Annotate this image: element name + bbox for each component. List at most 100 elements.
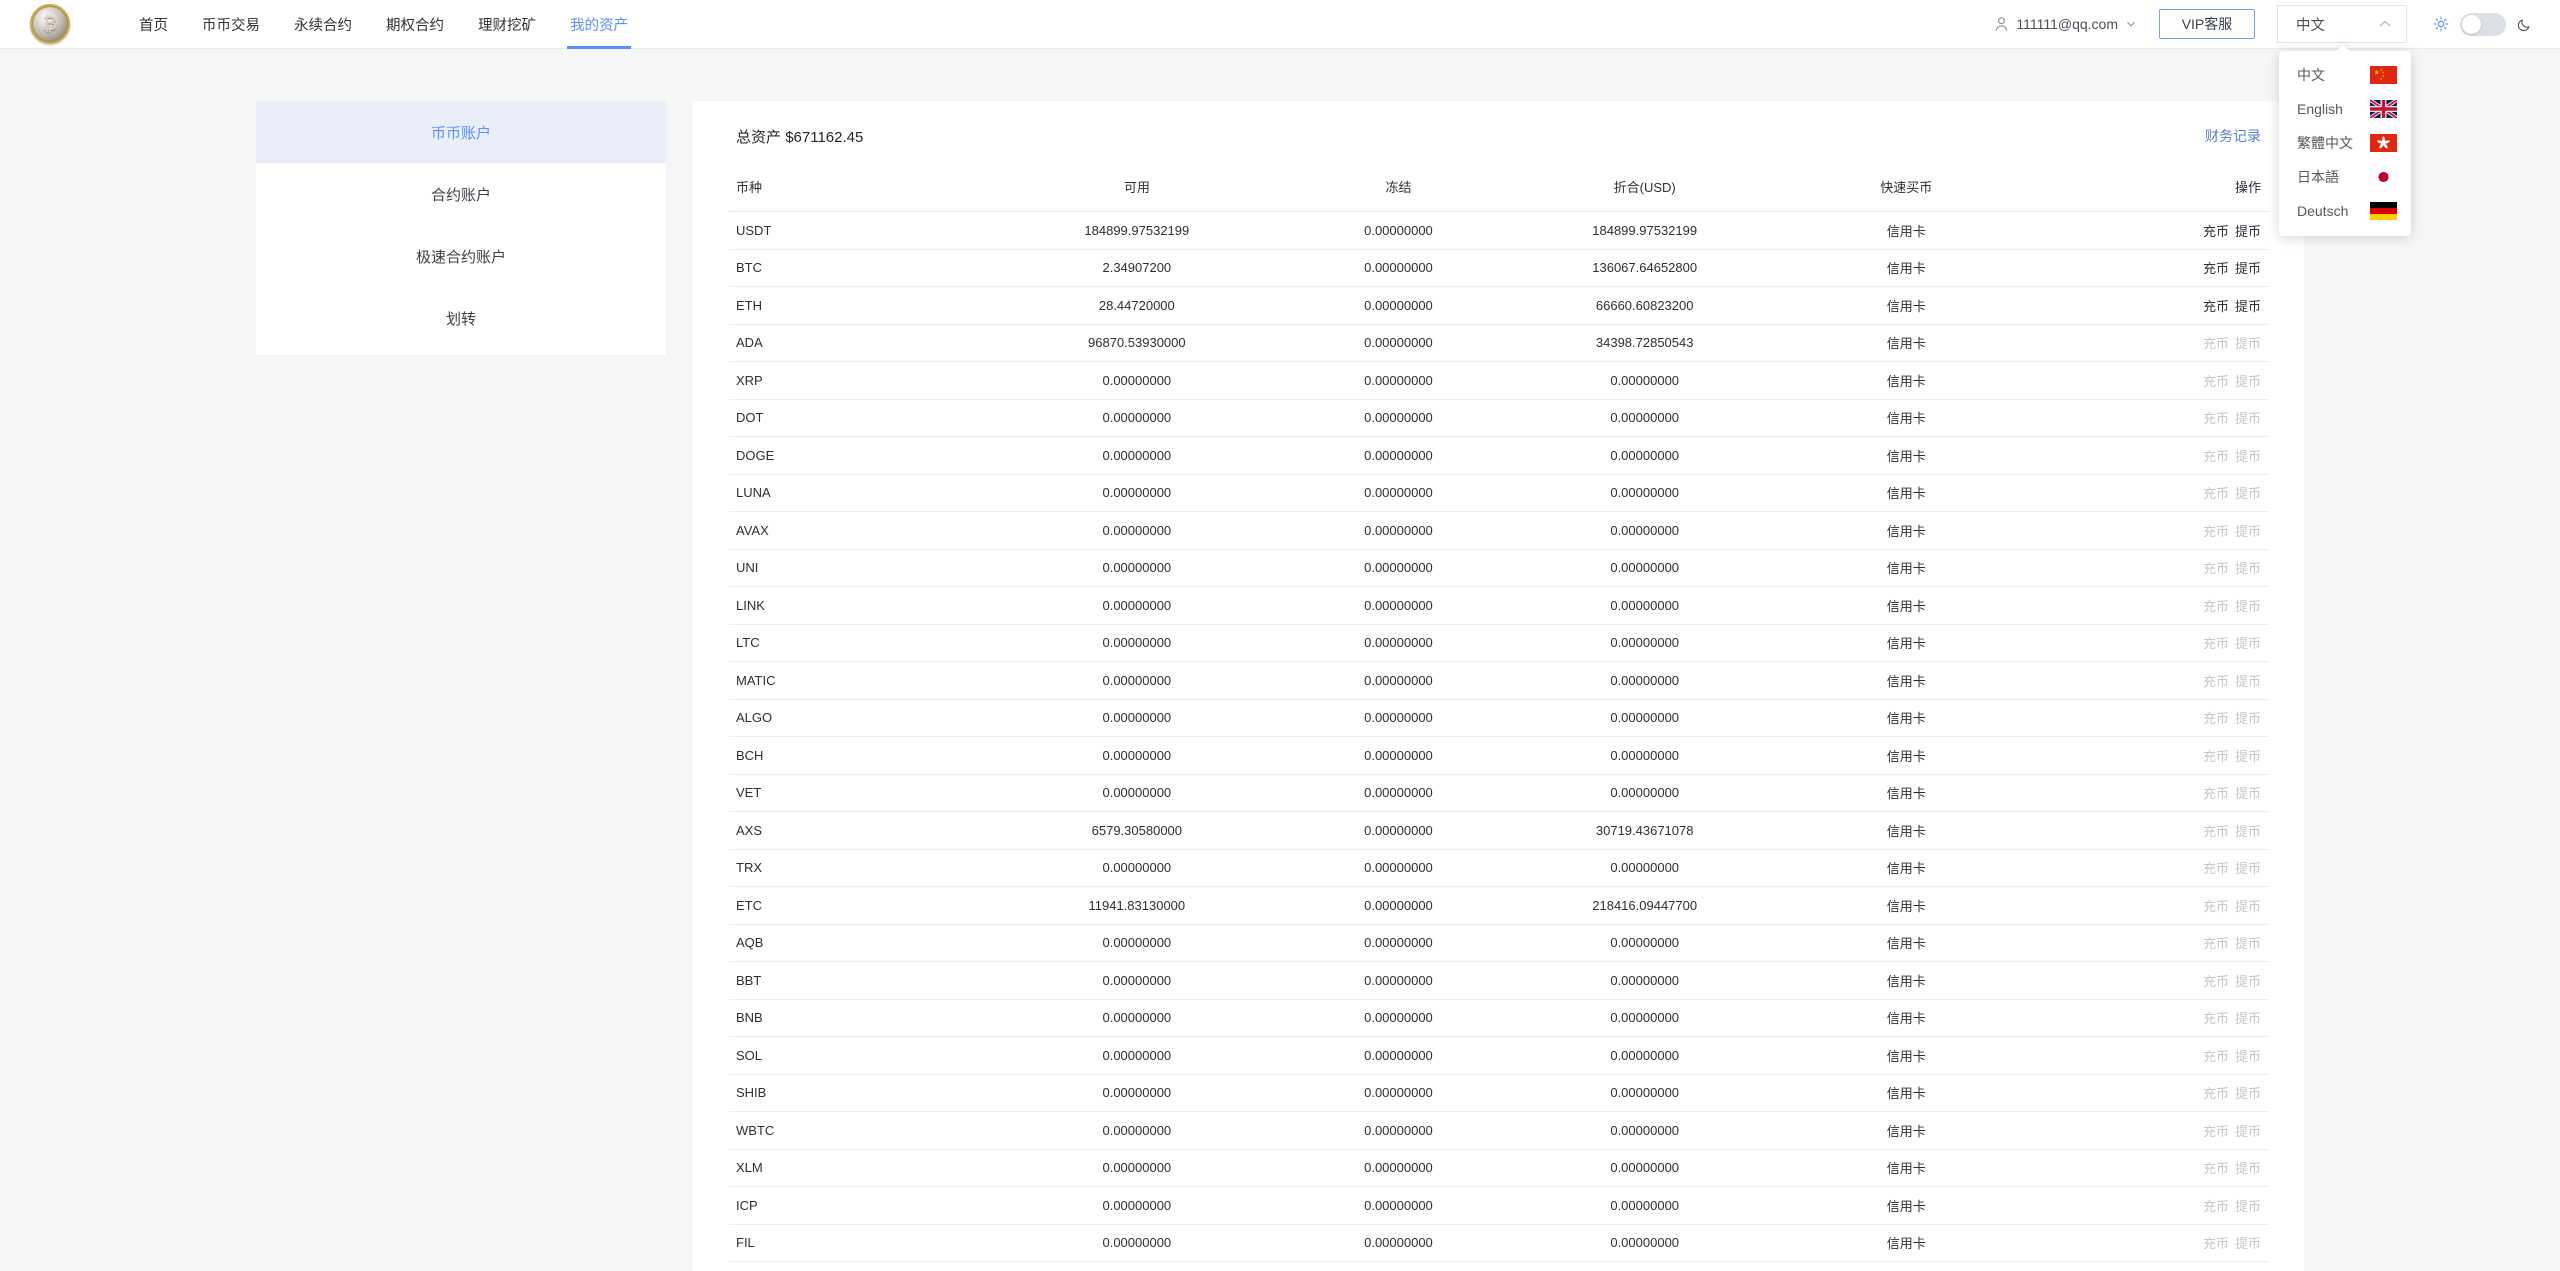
credit-card-buy-link[interactable]: 信用卡: [1887, 561, 1926, 576]
cell-coin: TRX: [729, 848, 991, 887]
cell-action: 充币提币: [2037, 886, 2268, 924]
cell-usd: 0.00000000: [1513, 698, 1776, 737]
credit-card-buy-link[interactable]: 信用卡: [1887, 974, 1926, 989]
col-header-coin: 币种: [736, 180, 763, 195]
financial-record-link[interactable]: 财务记录: [2205, 126, 2261, 146]
nav-item-0[interactable]: 首页: [122, 0, 185, 49]
credit-card-buy-link[interactable]: 信用卡: [1887, 411, 1926, 426]
deposit-link[interactable]: 充币: [2203, 299, 2229, 314]
credit-card-buy-link[interactable]: 信用卡: [1887, 374, 1926, 389]
credit-card-buy-link[interactable]: 信用卡: [1887, 1049, 1926, 1064]
cell-available: 0.00000000: [990, 1073, 1284, 1112]
cell-usd: 0.00000000: [1513, 773, 1776, 812]
credit-card-buy-link[interactable]: 信用卡: [1887, 599, 1926, 614]
sidebar-item-2[interactable]: 极速合约账户: [256, 225, 666, 287]
cell-available: 184899.97532199: [990, 211, 1284, 249]
cell-available: 0.00000000: [990, 361, 1284, 399]
credit-card-buy-link[interactable]: 信用卡: [1887, 299, 1926, 314]
credit-card-buy-link[interactable]: 信用卡: [1887, 336, 1926, 351]
language-selector-button[interactable]: 中文: [2277, 5, 2407, 43]
user-account-menu[interactable]: 111111@qq.com: [1994, 16, 2159, 32]
cell-available: 0.00000000: [990, 1148, 1284, 1187]
deposit-link: 充币: [2202, 373, 2229, 389]
sidebar-item-0[interactable]: 币币账户: [256, 101, 666, 163]
deposit-link[interactable]: 充币: [2203, 224, 2229, 239]
credit-card-buy-link[interactable]: 信用卡: [1887, 749, 1926, 764]
sidebar-item-1[interactable]: 合约账户: [256, 163, 666, 225]
cell-available: 0.00000000: [990, 1186, 1284, 1224]
deposit-link[interactable]: 充币: [2203, 261, 2229, 276]
cell-coin: MATIC: [729, 661, 991, 699]
nav-item-3[interactable]: 期权合约: [369, 0, 461, 49]
credit-card-buy-link[interactable]: 信用卡: [1887, 1161, 1926, 1176]
credit-card-buy-link[interactable]: 信用卡: [1887, 449, 1926, 464]
deposit-link: 充币: [2202, 861, 2229, 877]
credit-card-buy-link[interactable]: 信用卡: [1887, 1086, 1926, 1101]
credit-card-buy-link[interactable]: 信用卡: [1887, 224, 1926, 239]
sun-icon[interactable]: [2433, 16, 2449, 32]
credit-card-buy-link[interactable]: 信用卡: [1887, 786, 1926, 801]
language-option-2[interactable]: 繁體中文: [2279, 126, 2411, 160]
cell-quick-buy: 信用卡: [1775, 1223, 2038, 1262]
credit-card-buy-link[interactable]: 信用卡: [1887, 861, 1926, 876]
credit-card-buy-link[interactable]: 信用卡: [1887, 1124, 1926, 1139]
svg-text:★: ★: [2380, 77, 2383, 81]
cell-quick-buy: 信用卡: [1775, 548, 2038, 587]
cell-available: 0.00000000: [990, 1036, 1284, 1074]
language-option-label: Deutsch: [2297, 203, 2349, 219]
credit-card-buy-link[interactable]: 信用卡: [1887, 1236, 1926, 1251]
cell-action: 充币提币: [2037, 286, 2268, 324]
nav-item-2[interactable]: 永续合约: [277, 0, 369, 49]
credit-card-buy-link[interactable]: 信用卡: [1887, 524, 1926, 539]
language-option-3[interactable]: 日本語: [2279, 160, 2411, 194]
credit-card-buy-link[interactable]: 信用卡: [1887, 1011, 1926, 1026]
bitcoin-coin-logo[interactable]: [30, 4, 70, 44]
cell-quick-buy: 信用卡: [1775, 923, 2038, 962]
chevron-up-icon: [2379, 20, 2391, 27]
cell-coin: AVAX: [729, 511, 991, 549]
nav-item-5[interactable]: 我的资产: [553, 0, 645, 49]
language-option-4[interactable]: Deutsch: [2279, 194, 2411, 228]
cell-action: 充币提币: [2037, 511, 2268, 549]
withdraw-link: 提币: [2234, 373, 2261, 389]
credit-card-buy-link[interactable]: 信用卡: [1887, 674, 1926, 689]
sidebar-item-3[interactable]: 划转: [256, 287, 666, 349]
col-header-quick-buy: 快速买币: [1880, 180, 1933, 195]
theme-toggle-switch[interactable]: [2460, 12, 2506, 36]
credit-card-buy-link[interactable]: 信用卡: [1887, 711, 1926, 726]
cell-usd: 0.00000000: [1513, 661, 1776, 699]
nav-item-1[interactable]: 币币交易: [185, 0, 277, 49]
vip-support-button[interactable]: VIP客服: [2159, 9, 2255, 39]
content-header: 总资产 $671162.45 财务记录: [729, 101, 2268, 171]
withdraw-link: 提币: [2234, 1011, 2261, 1027]
cell-frozen: 0.00000000: [1283, 923, 1514, 962]
credit-card-buy-link[interactable]: 信用卡: [1887, 261, 1926, 276]
withdraw-link[interactable]: 提币: [2235, 261, 2261, 276]
withdraw-link[interactable]: 提币: [2235, 299, 2261, 314]
table-row: SOL 0.00000000 0.00000000 0.00000000 信用卡 充币 提币: [729, 1036, 2268, 1074]
nav-item-label: 理财挖矿: [478, 17, 536, 34]
language-dropdown-menu[interactable]: 中文 ★ ★ ★ ★ ★ English 繁體中文 日本語 Deutsch: [2279, 51, 2411, 236]
cell-quick-buy: 信用卡: [1775, 1186, 2038, 1224]
cell-usd: 0.00000000: [1513, 361, 1776, 399]
cell-quick-buy: 信用卡: [1775, 886, 2038, 924]
withdraw-link[interactable]: 提币: [2235, 224, 2261, 239]
cell-coin: BTC: [729, 248, 991, 287]
credit-card-buy-link[interactable]: 信用卡: [1887, 486, 1926, 501]
cell-usd: 66660.60823200: [1513, 286, 1776, 324]
credit-card-buy-link[interactable]: 信用卡: [1887, 824, 1926, 839]
nav-item-4[interactable]: 理财挖矿: [461, 0, 553, 49]
credit-card-buy-link[interactable]: 信用卡: [1887, 636, 1926, 651]
moon-icon[interactable]: [2517, 17, 2532, 32]
language-option-0[interactable]: 中文 ★ ★ ★ ★ ★: [2279, 58, 2411, 92]
credit-card-buy-link[interactable]: 信用卡: [1887, 936, 1926, 951]
cell-available: 0.00000000: [990, 1261, 1284, 1271]
sidebar-item-label: 币币账户: [430, 124, 491, 142]
language-option-1[interactable]: English: [2279, 92, 2411, 126]
credit-card-buy-link[interactable]: 信用卡: [1887, 1199, 1926, 1214]
table-row: DOGE 0.00000000 0.00000000 0.00000000 信用卡 充币提…: [729, 436, 2268, 474]
credit-card-buy-link[interactable]: 信用卡: [1887, 899, 1926, 914]
chevron-down-icon: [2127, 21, 2135, 27]
table-row: ALGO 0.00000000 0.00000000 0.00000000 信用卡 充币提…: [729, 698, 2268, 737]
table-row: WBTC 0.00000000 0.00000000 0.00000000 信用卡 充币提…: [729, 1111, 2268, 1149]
